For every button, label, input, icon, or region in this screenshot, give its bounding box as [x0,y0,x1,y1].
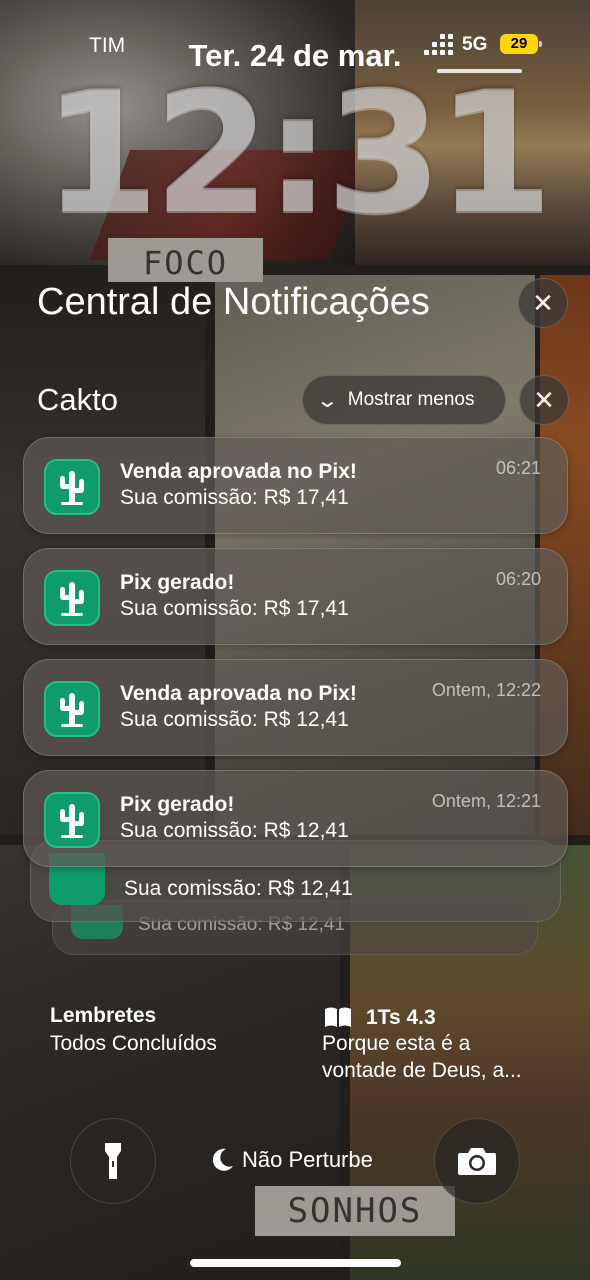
notification-title: Pix gerado! [120,793,235,816]
notification-body: Sua comissão: R$ 12,41 [120,819,349,842]
bible-widget-line2: vontade de Deus, a... [322,1059,522,1082]
reminders-widget-title[interactable]: Lembretes [50,1004,156,1028]
camera-icon [458,1148,496,1175]
notification-title: Venda aprovada no Pix! [120,460,357,483]
flashlight-button[interactable] [70,1118,156,1204]
notification-time: Ontem, 12:21 [431,791,541,811]
bible-widget-line1: Porque esta é a [322,1032,471,1055]
close-icon: ✕ [533,384,555,415]
reminders-widget-text: Todos Concluídos [50,1032,217,1055]
home-indicator[interactable] [190,1259,401,1267]
notification-body: Sua comissão: R$ 17,41 [120,597,349,620]
focus-mode-indicator[interactable]: Não Perturbe [212,1147,373,1173]
camera-button[interactable] [434,1118,520,1204]
notification-title: Venda aprovada no Pix! [120,682,357,705]
notification-card[interactable]: Venda aprovada no Pix! Sua comissão: R$ 1… [23,437,568,534]
book-icon [325,1007,351,1027]
notification-center-title: Central de Notificações [37,281,430,323]
notification-time: 06:20 [495,569,541,589]
cactus-icon [44,459,100,515]
bible-widget-title[interactable]: 1Ts 4.3 [366,1006,436,1030]
notification-time: Ontem, 12:22 [431,680,541,700]
focus-label: Não Perturbe [242,1147,373,1172]
notification-body: Sua comissão: R$ 12,41 [124,877,353,900]
notification-title: Pix gerado! [120,571,235,594]
clear-group-button[interactable]: ✕ [519,375,569,425]
notification-time: 06:21 [495,458,541,478]
notification-body: Sua comissão: R$ 12,41 [120,708,349,731]
notification-card[interactable]: Pix gerado! Sua comissão: R$ 17,41 06:20 [23,548,568,645]
notification-card[interactable]: Venda aprovada no Pix! Sua comissão: R$ 1… [23,659,568,756]
close-icon: ✕ [532,287,554,318]
cactus-icon [44,681,100,737]
group-app-name: Cakto [37,382,118,417]
flashlight-icon [105,1143,121,1179]
cactus-icon [44,792,100,848]
clear-all-button[interactable]: ✕ [518,278,568,328]
show-less-label: Mostrar menos [347,389,475,410]
cactus-icon [44,570,100,626]
moon-icon [212,1148,233,1171]
notification-body: Sua comissão: R$ 17,41 [120,486,349,509]
chevron-down-icon: ⌄ [315,389,340,412]
clock: 12:31 [42,55,554,251]
show-less-button[interactable]: ⌄ Mostrar menos [302,375,506,425]
notification-card[interactable]: Pix gerado! Sua comissão: R$ 12,41 Ontem, … [23,770,568,867]
